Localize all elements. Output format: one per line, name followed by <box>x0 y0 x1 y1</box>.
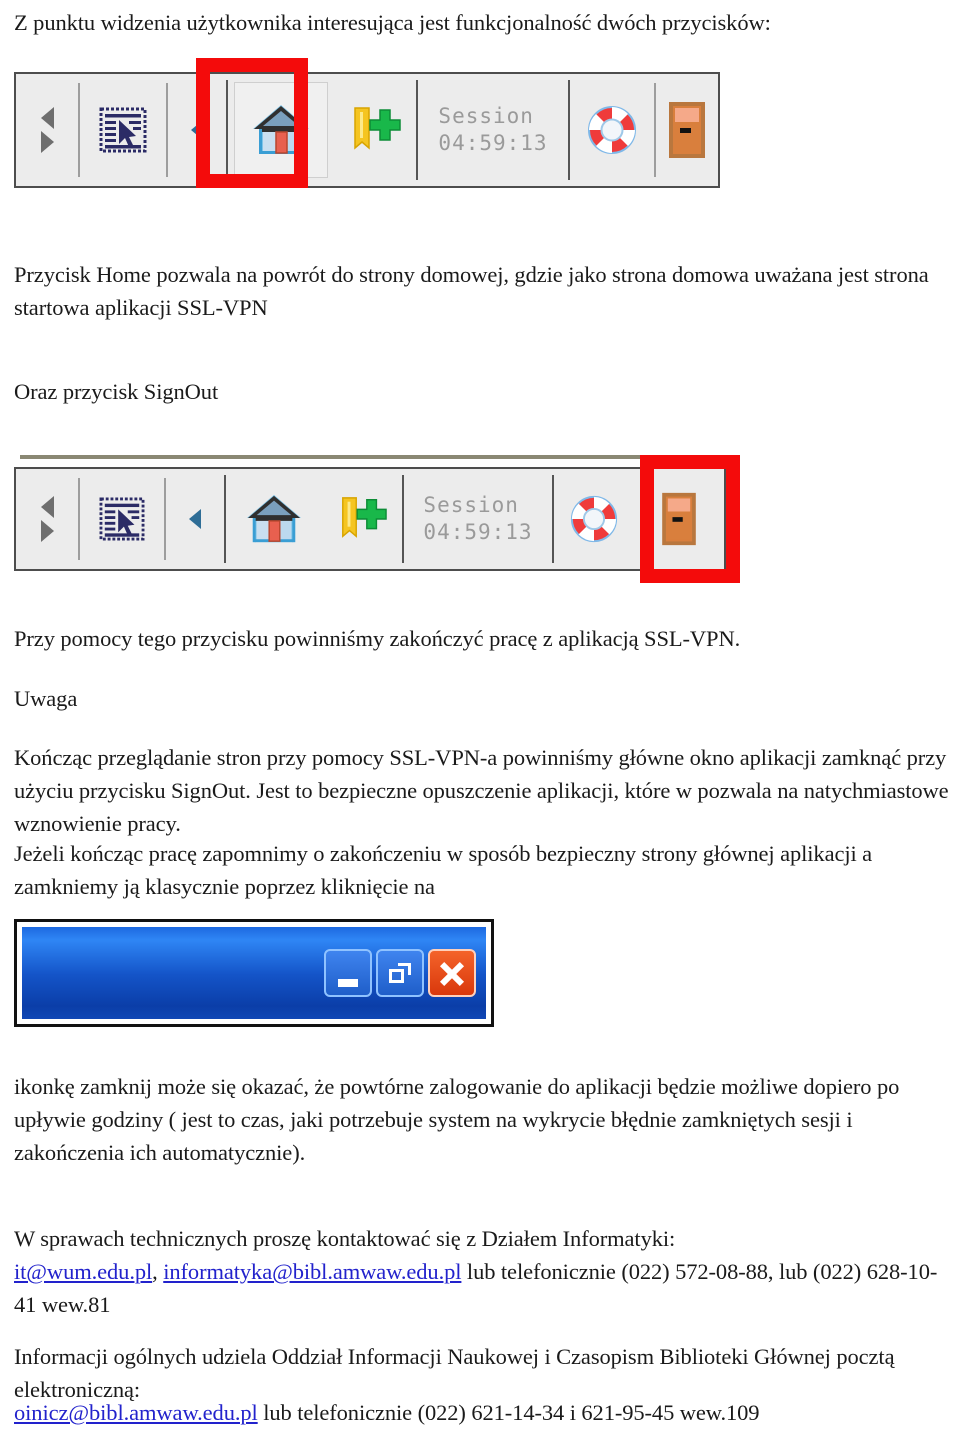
help-cell[interactable] <box>570 74 654 186</box>
text-select-cell[interactable] <box>80 74 166 186</box>
toolbar-top-edge <box>20 455 720 459</box>
session-time: 04:59:13 <box>423 520 533 544</box>
info-email-paragraph: oinicz@bibl.amwaw.edu.pl lub telefoniczn… <box>14 1396 950 1429</box>
intro-paragraph: Z punktu widzenia użytkownika interesują… <box>14 10 771 35</box>
back-arrow-icon[interactable] <box>40 496 54 518</box>
session-timer: Session 04:59:13 <box>438 103 547 157</box>
session-time: 04:59:13 <box>438 131 548 155</box>
session-label: Session <box>438 104 534 128</box>
nav-arrows-cell[interactable] <box>16 469 78 569</box>
life-preserver-help-icon[interactable] <box>569 494 619 544</box>
document-page: Z punktu widzenia użytkownika interesują… <box>0 0 960 1429</box>
ssl-vpn-toolbar-2: Session 04:59:13 <box>14 467 726 571</box>
close-button[interactable] <box>428 949 476 997</box>
help-cell[interactable] <box>554 469 634 569</box>
close-icon <box>439 960 465 987</box>
ssl-vpn-toolbar: Session 04:59:13 <box>14 72 720 188</box>
signout-cell[interactable] <box>656 74 718 186</box>
toolbar-screenshot-home: Session 04:59:13 <box>14 58 720 188</box>
text-select-cell[interactable] <box>80 469 164 569</box>
forward-arrow-icon[interactable] <box>40 520 54 542</box>
home-highlight-box <box>196 58 308 188</box>
note-label: Uwaga <box>14 686 78 711</box>
note-body-paragraph: Kończąc przeglądanie stron przy pomocy S… <box>14 745 949 836</box>
signout-description-paragraph: Przy pomocy tego przycisku powinniśmy za… <box>14 626 741 651</box>
minimize-icon <box>338 979 358 987</box>
session-timer-cell: Session 04:59:13 <box>418 74 568 186</box>
email-link-oinicz[interactable]: oinicz@bibl.amwaw.edu.pl <box>14 1400 258 1425</box>
add-bookmark-cell[interactable] <box>322 469 402 569</box>
contact-heading-paragraph: W sprawach technicznych proszę kontaktow… <box>14 1226 676 1251</box>
collapse-arrow-icon[interactable] <box>189 509 201 529</box>
back-arrow-icon[interactable] <box>40 107 54 129</box>
signout-heading-paragraph: Oraz przycisk SignOut <box>14 379 219 404</box>
email-link-it[interactable]: it@wum.edu.pl <box>14 1259 152 1284</box>
info-phone-tail: lub telefonicznie (022) 621-14-34 i 621-… <box>257 1400 760 1425</box>
home-icon[interactable] <box>245 492 303 546</box>
window-buttons-screenshot <box>14 919 494 1027</box>
signout-highlight-box <box>640 455 740 583</box>
nav-arrows-group[interactable] <box>38 102 56 158</box>
home-button-cell[interactable] <box>226 469 322 569</box>
add-bookmark-icon[interactable] <box>337 494 387 544</box>
add-bookmark-icon[interactable] <box>349 104 401 156</box>
restore-icon <box>389 963 411 983</box>
forward-arrow-icon[interactable] <box>40 131 54 153</box>
warning-body-paragraph: Jeżeli kończąc pracę zapomnimy o zakończ… <box>14 841 873 899</box>
session-timer-cell: Session 04:59:13 <box>404 469 552 569</box>
contact-separator: , <box>152 1259 164 1284</box>
nav-arrows-group[interactable] <box>38 491 56 547</box>
contact-emails-paragraph: it@wum.edu.pl, informatyka@bibl.amwaw.ed… <box>14 1255 950 1321</box>
add-bookmark-cell[interactable] <box>334 74 416 186</box>
life-preserver-help-icon[interactable] <box>586 104 638 156</box>
session-label: Session <box>423 493 519 517</box>
collapse-cell[interactable] <box>166 469 224 569</box>
signout-door-icon[interactable] <box>667 100 707 160</box>
nav-arrows-cell[interactable] <box>16 74 78 186</box>
home-description-paragraph: Przycisk Home pozwala na powrót do stron… <box>14 262 929 320</box>
minimize-button[interactable] <box>324 949 372 997</box>
window-titlebar <box>22 927 486 1019</box>
restore-button[interactable] <box>376 949 424 997</box>
after-image-paragraph: ikonkę zamknij może się okazać, że powtó… <box>14 1074 900 1165</box>
session-timer: Session 04:59:13 <box>423 492 532 546</box>
toolbar-screenshot-signout: Session 04:59:13 <box>14 455 740 583</box>
email-link-informatyka[interactable]: informatyka@bibl.amwaw.edu.pl <box>163 1259 461 1284</box>
text-select-icon[interactable] <box>99 107 147 153</box>
text-select-icon[interactable] <box>99 497 145 541</box>
